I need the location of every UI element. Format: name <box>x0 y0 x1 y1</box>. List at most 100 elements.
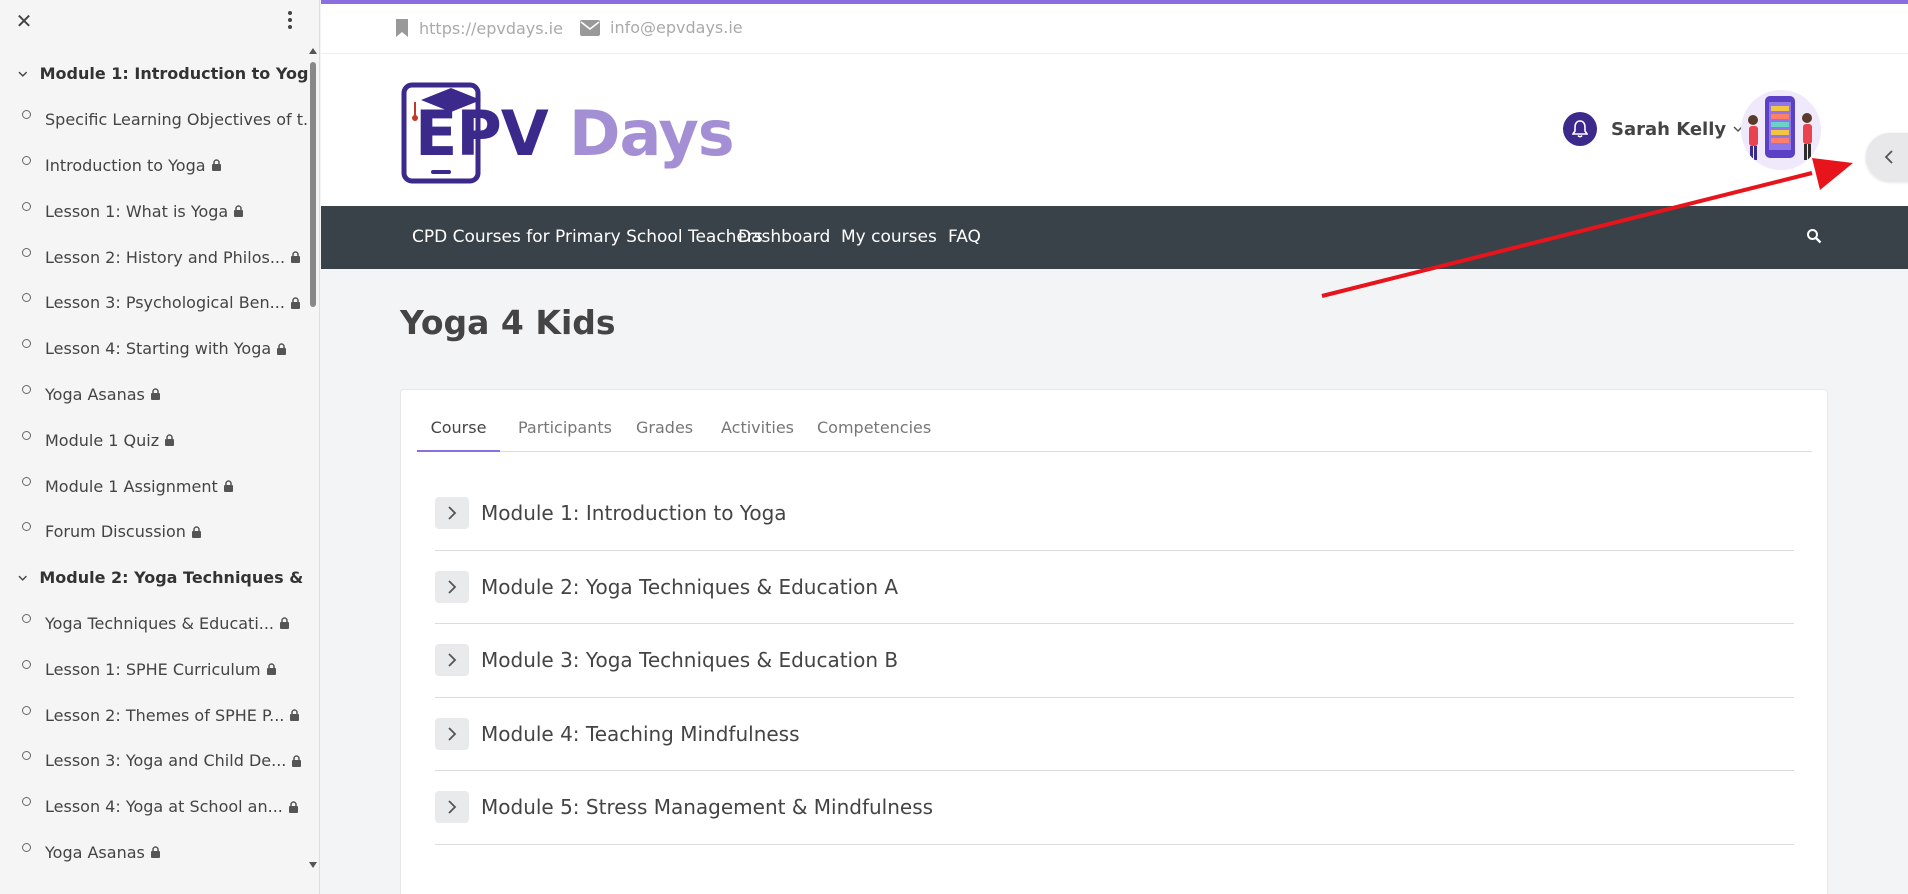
sidebar-activity-item[interactable]: Specific Learning Objectives of t... <box>0 97 308 143</box>
sidebar-activity-item[interactable]: Lesson 1: What is Yoga <box>0 188 308 234</box>
search-icon[interactable] <box>1806 228 1822 244</box>
expand-section-button[interactable] <box>435 717 469 750</box>
sidebar-item-label: Module 1 Quiz <box>45 430 160 450</box>
section-title[interactable]: Module 1: Introduction to Yoga <box>481 501 787 525</box>
tab-activities[interactable]: Activities <box>721 418 794 452</box>
nav-my-courses[interactable]: My courses <box>841 227 937 247</box>
main-area: https://epvdays.ie info@epvdays.ie EPV D… <box>321 0 1908 894</box>
section-title[interactable]: Module 2: Yoga Techniques & Education A <box>481 575 898 599</box>
completion-circle-icon <box>22 110 31 120</box>
scroll-down-arrow-icon[interactable] <box>309 862 317 868</box>
completion-circle-icon <box>22 201 31 211</box>
chevron-right-icon <box>448 727 457 741</box>
completion-circle-icon <box>22 613 31 623</box>
lock-icon <box>223 480 233 493</box>
sidebar-activity-item[interactable]: Module 1 Assignment <box>0 463 308 509</box>
completion-circle-icon <box>22 751 31 761</box>
sidebar-item-label: Lesson 1: SPHE Curriculum <box>45 659 261 679</box>
bookmark-icon <box>396 19 408 37</box>
section-title[interactable]: Module 5: Stress Management & Mindfulnes… <box>481 795 933 819</box>
sidebar-item-label: Lesson 1: What is Yoga <box>45 201 229 221</box>
sidebar-section-header[interactable]: Module 1: Introduction to Yoga <box>0 51 308 97</box>
contact-bar: https://epvdays.ie info@epvdays.ie <box>321 4 1908 54</box>
sidebar-activity-item[interactable]: Lesson 1: SPHE Curriculum <box>0 646 308 692</box>
sidebar-activity-item[interactable]: Yoga Asanas <box>0 372 308 418</box>
logo-text-epv: EPV <box>415 97 549 170</box>
sidebar-activity-item[interactable]: Lesson 3: Psychological Ben... <box>0 280 308 326</box>
envelope-icon <box>580 19 600 36</box>
completion-circle-icon <box>22 797 31 807</box>
lock-icon <box>165 434 175 447</box>
kebab-menu-icon[interactable] <box>286 11 294 31</box>
sidebar-item-label: Forum Discussion <box>45 522 186 542</box>
close-icon[interactable]: ✕ <box>14 9 34 33</box>
chevron-right-icon <box>448 580 457 594</box>
completion-circle-icon <box>22 430 31 440</box>
sidebar-activity-item[interactable]: Yoga Techniques & Educati... <box>0 601 308 647</box>
lock-icon <box>266 663 276 676</box>
user-avatar[interactable] <box>1741 90 1821 170</box>
sidebar-activity-item[interactable]: Lesson 2: History and Philos... <box>0 234 308 280</box>
course-section-5: Module 5: Stress Management & Mindfulnes… <box>435 771 1794 845</box>
scrollbar-thumb[interactable] <box>310 62 316 307</box>
sidebar-activity-item[interactable]: Forum Discussion <box>0 509 308 555</box>
sidebar-item-label: Yoga Asanas <box>45 842 145 862</box>
user-menu[interactable]: Sarah Kelly <box>1563 112 1744 146</box>
nav-dashboard[interactable]: Dashboard <box>738 227 830 247</box>
website-link[interactable]: https://epvdays.ie <box>395 18 563 38</box>
site-header: EPV Days Sarah Kelly <box>321 54 1908 206</box>
sidebar-item-label: Specific Learning Objectives of t... <box>45 110 308 130</box>
lock-icon <box>211 159 221 172</box>
lock-icon <box>234 205 244 218</box>
completion-circle-icon <box>22 522 31 532</box>
sidebar-activity-item[interactable]: Introduction to Yoga <box>0 143 308 189</box>
section-title[interactable]: Module 3: Yoga Techniques & Education B <box>481 648 898 672</box>
sidebar-activity-item[interactable]: Yoga Asanas <box>0 830 308 876</box>
sidebar-activity-item[interactable]: Lesson 2: Themes of SPHE P... <box>0 692 308 738</box>
tab-grades[interactable]: Grades <box>636 418 693 452</box>
expand-section-button[interactable] <box>435 791 469 824</box>
tab-course[interactable]: Course <box>417 418 500 452</box>
course-section-1: Module 1: Introduction to Yoga <box>435 477 1794 551</box>
lock-icon <box>288 800 298 813</box>
section-title[interactable]: Module 4: Teaching Mindfulness <box>481 722 800 746</box>
sidebar-activity-item[interactable]: Lesson 4: Starting with Yoga <box>0 326 308 372</box>
chevron-right-icon <box>448 506 457 520</box>
chevron-right-icon <box>448 653 457 667</box>
expand-section-button[interactable] <box>435 497 469 530</box>
sidebar-activity-item[interactable]: Module 1 Quiz <box>0 417 308 463</box>
completion-circle-icon <box>22 155 31 165</box>
open-block-drawer-button[interactable] <box>1866 133 1908 181</box>
sidebar-item-label: Lesson 4: Starting with Yoga <box>45 339 272 359</box>
lock-icon <box>290 709 300 722</box>
sidebar-section-header[interactable]: Module 2: Yoga Techniques & ... <box>0 555 308 601</box>
drawer-scrollbar[interactable] <box>308 44 318 874</box>
page-title: Yoga 4 Kids <box>400 303 616 342</box>
sidebar-activity-item[interactable]: Lesson 3: Yoga and Child De... <box>0 738 308 784</box>
sidebar-activity-item[interactable]: Lesson 4: Yoga at School an... <box>0 784 308 830</box>
sidebar-item-label: Lesson 2: Themes of SPHE P... <box>45 705 285 725</box>
tab-competencies[interactable]: Competencies <box>817 418 931 452</box>
sidebar-item-label: Lesson 3: Psychological Ben... <box>45 293 285 313</box>
chevron-down-icon[interactable] <box>18 573 27 583</box>
nav-cpd-courses[interactable]: CPD Courses for Primary School Teachers <box>412 227 763 247</box>
scroll-up-arrow-icon[interactable] <box>309 48 317 54</box>
expand-section-button[interactable] <box>435 644 469 677</box>
course-content-card: Course Participants Grades Activities Co… <box>400 389 1828 894</box>
user-name[interactable]: Sarah Kelly <box>1611 119 1726 140</box>
logo-text-days: Days <box>569 97 735 170</box>
chevron-right-icon <box>448 800 457 814</box>
lock-icon <box>292 755 302 767</box>
completion-circle-icon <box>22 659 31 669</box>
tab-participants[interactable]: Participants <box>518 418 612 452</box>
email-link[interactable]: info@epvdays.ie <box>580 18 743 37</box>
course-section-2: Module 2: Yoga Techniques & Education A <box>435 551 1794 624</box>
nav-faq[interactable]: FAQ <box>948 227 981 247</box>
lock-icon <box>191 526 201 538</box>
chevron-down-icon[interactable] <box>18 69 28 79</box>
site-logo[interactable]: EPV Days <box>401 82 741 186</box>
expand-section-button[interactable] <box>435 570 469 603</box>
chevron-left-icon <box>1884 150 1893 164</box>
notification-bell-icon[interactable] <box>1563 112 1597 146</box>
sidebar-item-label: Module 2: Yoga Techniques & ... <box>39 568 308 588</box>
